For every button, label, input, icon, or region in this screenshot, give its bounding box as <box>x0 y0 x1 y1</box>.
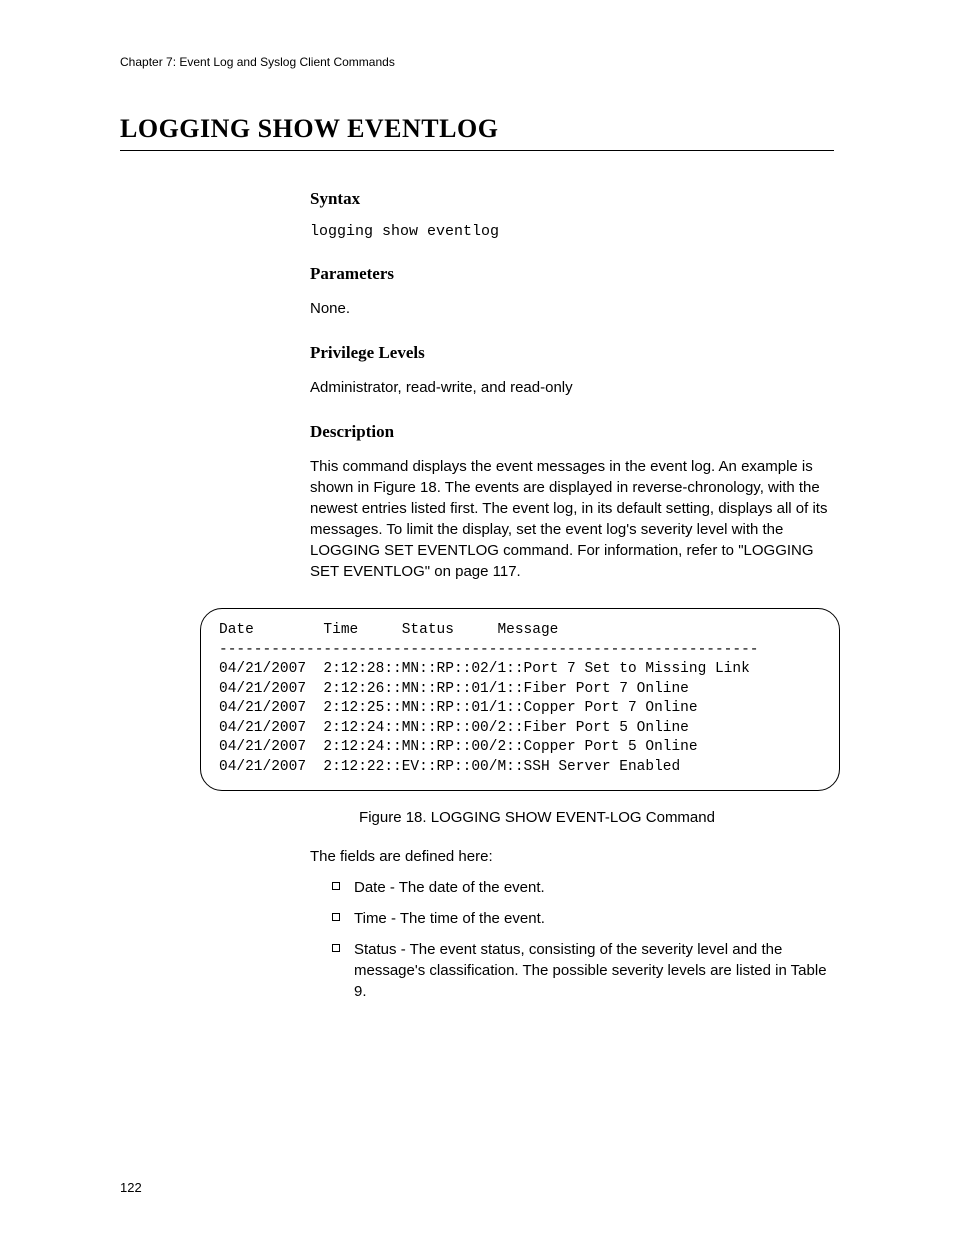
figure-row: 04/21/2007 2:12:24::MN::RP::00/2::Fiber … <box>219 719 821 739</box>
fields-intro: The fields are defined here: <box>310 846 834 867</box>
parameters-text: None. <box>310 298 834 319</box>
chapter-header: Chapter 7: Event Log and Syslog Client C… <box>120 55 834 69</box>
page-container: Chapter 7: Event Log and Syslog Client C… <box>0 0 954 1235</box>
figure-header-row: Date Time Status Message <box>219 621 821 641</box>
list-item: Date - The date of the event. <box>332 877 834 898</box>
privilege-heading: Privilege Levels <box>310 343 834 363</box>
figure-row: 04/21/2007 2:12:26::MN::RP::01/1::Fiber … <box>219 680 821 700</box>
figure-row: 04/21/2007 2:12:25::MN::RP::01/1::Copper… <box>219 699 821 719</box>
description-heading: Description <box>310 422 834 442</box>
figure-caption: Figure 18. LOGGING SHOW EVENT-LOG Comman… <box>240 809 834 826</box>
page-number: 122 <box>120 1180 142 1195</box>
fields-list: Date - The date of the event. Time - The… <box>310 877 834 1002</box>
syntax-heading: Syntax <box>310 189 834 209</box>
list-item: Time - The time of the event. <box>332 908 834 929</box>
figure-row: 04/21/2007 2:12:24::MN::RP::00/2::Copper… <box>219 738 821 758</box>
syntax-command: logging show eventlog <box>310 223 834 240</box>
fields-section: The fields are defined here: Date - The … <box>310 846 834 1002</box>
figure-box: Date Time Status Message ---------------… <box>200 608 840 791</box>
figure-row: 04/21/2007 2:12:28::MN::RP::02/1::Port 7… <box>219 660 821 680</box>
description-text: This command displays the event messages… <box>310 456 834 582</box>
list-item: Status - The event status, consisting of… <box>332 939 834 1002</box>
figure-divider: ----------------------------------------… <box>219 641 821 661</box>
page-title: LOGGING SHOW EVENTLOG <box>120 114 834 151</box>
privilege-text: Administrator, read-write, and read-only <box>310 377 834 398</box>
figure-row: 04/21/2007 2:12:22::EV::RP::00/M::SSH Se… <box>219 758 821 778</box>
parameters-heading: Parameters <box>310 264 834 284</box>
content-body: Syntax logging show eventlog Parameters … <box>310 189 834 582</box>
